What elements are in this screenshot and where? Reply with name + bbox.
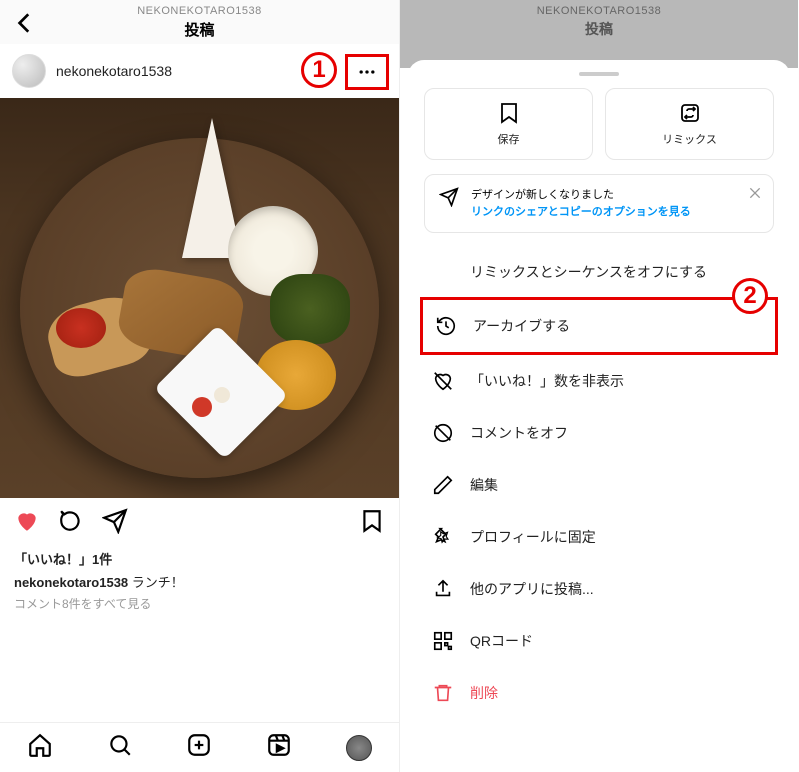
sheet-top-actions: 保存 リミックス — [408, 88, 790, 174]
phone-left: NEKONEKOTARO1538 投稿 nekonekotaro1538 1 — [0, 0, 399, 772]
tab-search[interactable] — [107, 732, 133, 763]
menu-edit[interactable]: 編集 — [408, 459, 790, 511]
menu-qr-label: QRコード — [470, 631, 533, 651]
edit-icon — [432, 474, 454, 496]
sheet-drag-handle[interactable] — [579, 72, 619, 76]
qr-icon — [432, 630, 454, 652]
remix-button[interactable]: リミックス — [605, 88, 774, 160]
history-icon — [435, 315, 457, 337]
header-username: NEKONEKOTARO1538 — [0, 5, 399, 17]
menu-hide-likes[interactable]: 「いいね！」数を非表示 — [408, 355, 790, 407]
dimmed-header-title: 投稿 — [585, 19, 613, 39]
phone-right: NEKONEKOTARO1538 投稿 保存 リミックス デザインが新しくなりま… — [399, 0, 798, 772]
menu-hide-likes-label: 「いいね！」数を非表示 — [470, 371, 624, 391]
pin-icon — [432, 526, 454, 548]
trash-icon — [432, 682, 454, 704]
notice-link[interactable]: リンクのシェアとコピーのオプションを見る — [471, 204, 691, 221]
menu-archive-label: アーカイブする — [473, 316, 570, 336]
action-sheet: 保存 リミックス デザインが新しくなりました リンクのシェアとコピーのオプション… — [408, 60, 790, 772]
more-options-button[interactable] — [345, 54, 389, 90]
dimmed-header: NEKONEKOTARO1538 投稿 — [400, 0, 798, 44]
menu-comments-off-label: コメントをオフ — [470, 423, 568, 443]
menu-comments-off[interactable]: コメントをオフ — [408, 407, 790, 459]
tab-profile[interactable] — [346, 735, 372, 761]
menu-pin-label: プロフィールに固定 — [470, 527, 596, 547]
send-icon — [439, 187, 459, 207]
post-actions — [0, 498, 399, 549]
menu-edit-label: 編集 — [470, 475, 498, 495]
menu-pin[interactable]: プロフィールに固定 — [408, 511, 790, 563]
annotation-1: 1 — [301, 52, 337, 88]
menu-delete-label: 削除 — [470, 683, 498, 703]
menu-remix-off-label: リミックスとシーケンスをオフにする — [470, 262, 707, 282]
share-button[interactable] — [102, 508, 128, 539]
tab-create[interactable] — [186, 732, 212, 763]
notice-text: デザインが新しくなりました リンクのシェアとコピーのオプションを見る — [471, 187, 691, 220]
likes-count[interactable]: 「いいね！」1件 — [0, 549, 399, 572]
tab-bar — [0, 722, 399, 772]
menu-delete[interactable]: 削除 — [408, 667, 790, 719]
menu-share-other-label: 他のアプリに投稿... — [470, 579, 594, 599]
remix-label: リミックス — [662, 131, 717, 147]
menu-share-other[interactable]: 他のアプリに投稿... — [408, 563, 790, 615]
comment-button[interactable] — [58, 508, 84, 539]
bookmark-button[interactable] — [359, 508, 385, 539]
header: NEKONEKOTARO1538 投稿 — [0, 0, 399, 44]
tab-reels[interactable] — [266, 732, 292, 763]
menu-archive[interactable]: アーカイブする — [420, 297, 778, 355]
menu-qr[interactable]: QRコード — [408, 615, 790, 667]
caption-text: ランチ！ — [132, 575, 184, 590]
post-image[interactable] — [0, 98, 399, 498]
heart-off-icon — [432, 370, 454, 392]
caption-username[interactable]: nekonekotaro1538 — [14, 575, 128, 590]
notice-line1: デザインが新しくなりました — [471, 187, 691, 204]
share-icon — [432, 578, 454, 600]
tab-home[interactable] — [27, 732, 53, 763]
annotation-2: 2 — [732, 278, 768, 314]
save-label: 保存 — [498, 131, 520, 147]
header-title: 投稿 — [184, 19, 214, 40]
design-notice[interactable]: デザインが新しくなりました リンクのシェアとコピーのオプションを見る — [424, 174, 774, 233]
view-comments-link[interactable]: コメント8件をすべて見る — [0, 595, 399, 620]
comment-off-icon — [432, 422, 454, 444]
like-button[interactable] — [14, 508, 40, 539]
close-icon[interactable] — [747, 185, 763, 206]
post-caption: nekonekotaro1538 ランチ！ — [0, 572, 399, 595]
post-user-row: nekonekotaro1538 — [0, 44, 399, 98]
dimmed-header-username: NEKONEKOTARO1538 — [400, 5, 798, 17]
avatar[interactable] — [12, 54, 46, 88]
save-button[interactable]: 保存 — [424, 88, 593, 160]
post-username[interactable]: nekonekotaro1538 — [56, 63, 172, 79]
